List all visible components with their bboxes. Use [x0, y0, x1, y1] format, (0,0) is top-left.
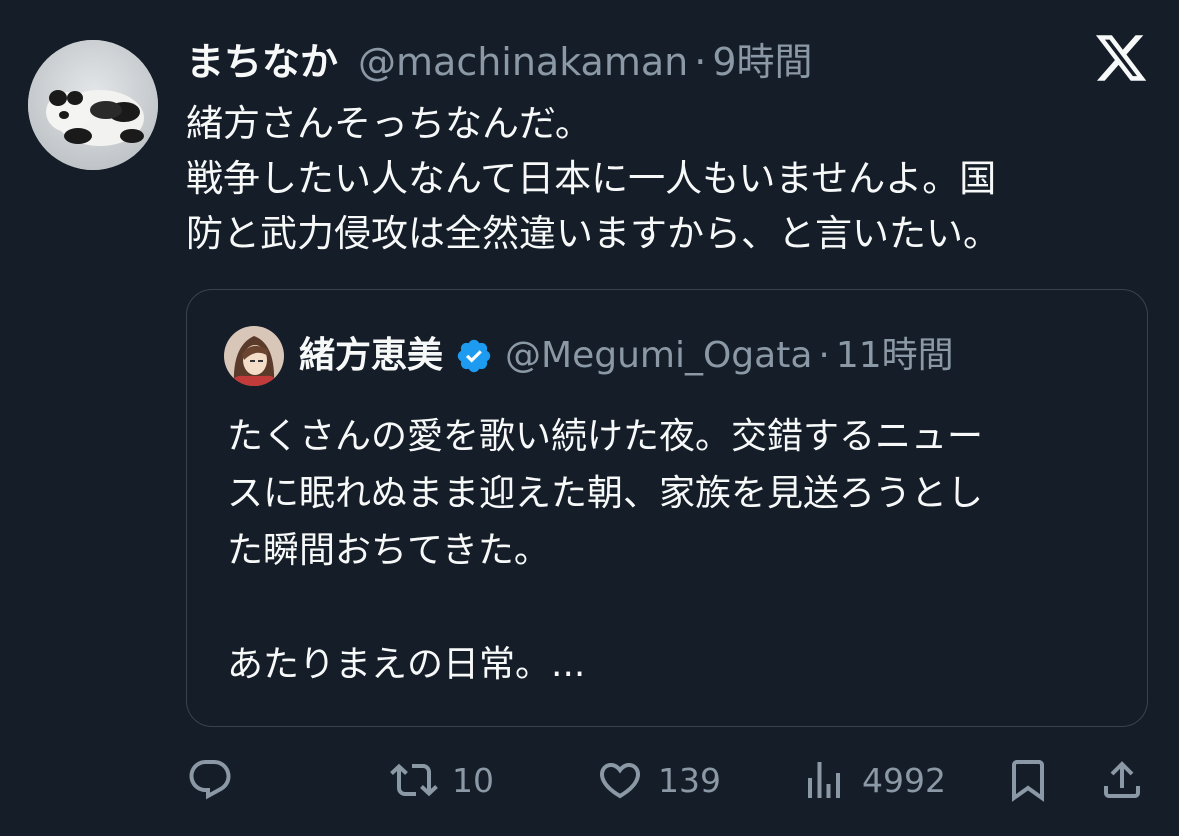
quoted-text-line: あたりまえの日常。... [227, 644, 586, 685]
tweet-view: まちなか @machinakaman · 9時間 緒方さんそっちなんだ。 戦争し… [0, 0, 1179, 836]
post-header: まちなか @machinakaman · 9時間 [186, 34, 813, 90]
panda-avatar-image [28, 40, 158, 170]
verified-badge-icon [457, 339, 491, 373]
retweet-button[interactable]: 10 [390, 752, 494, 808]
quoted-author-handle[interactable]: @Megumi_Ogata [505, 328, 812, 384]
author-handle[interactable]: @machinakaman [358, 34, 688, 90]
quoted-post-text: たくさんの愛を歌い続けた夜。交錯するニュー スに眠れぬまま迎えた朝、家族を見送ろ… [227, 408, 1117, 693]
quoted-post-header: 緒方恵美 @Megumi_Ogata · 11時間 [299, 328, 954, 384]
x-logo-icon [1093, 30, 1149, 86]
views-button[interactable]: 4992 [800, 752, 946, 808]
reply-button[interactable] [186, 752, 234, 808]
retweet-count: 10 [452, 760, 494, 800]
quoted-text-line: スに眠れぬまま迎えた朝、家族を見送ろうとし [227, 473, 984, 514]
like-count: 139 [658, 760, 721, 800]
bookmark-button[interactable] [1004, 752, 1052, 808]
meta-separator: · [694, 40, 707, 84]
reply-icon [189, 760, 231, 800]
post-time[interactable]: 9時間 [712, 34, 812, 90]
post-text-line: 緒方さんそっちなんだ。 [186, 102, 592, 145]
quoted-text-line: たくさんの愛を歌い続けた夜。交錯するニュー [227, 416, 984, 457]
meta-separator: · [818, 335, 830, 376]
like-button[interactable]: 139 [596, 752, 721, 808]
quoted-author-avatar[interactable] [224, 326, 284, 386]
view-count: 4992 [862, 760, 946, 800]
post-text-line: 防と武力侵攻は全然違いますから、と言いたい。 [186, 212, 1000, 255]
quoted-text-line: た瞬間おちてきた。 [227, 530, 550, 571]
quoted-author-display-name[interactable]: 緒方恵美 [299, 328, 443, 384]
quoted-post-card[interactable]: 緒方恵美 @Megumi_Ogata · 11時間 たくさんの愛を歌い続けた夜。… [186, 289, 1148, 727]
share-button[interactable] [1098, 752, 1146, 808]
retweet-icon [390, 763, 438, 797]
illustrated-avatar-image [224, 326, 284, 386]
post-text-line: 戦争したい人なんて日本に一人もいませんよ。国 [186, 157, 997, 200]
views-chart-icon [808, 762, 840, 798]
action-bar: 10 139 4992 [0, 752, 1179, 808]
quoted-post-time[interactable]: 11時間 [836, 328, 954, 384]
bookmark-icon [1012, 760, 1044, 802]
author-avatar[interactable] [28, 40, 158, 170]
heart-icon [599, 763, 641, 799]
post-text: 緒方さんそっちなんだ。 戦争したい人なんて日本に一人もいませんよ。国 防と武力侵… [186, 96, 1126, 261]
share-icon [1104, 761, 1140, 798]
author-display-name[interactable]: まちなか [186, 34, 338, 90]
